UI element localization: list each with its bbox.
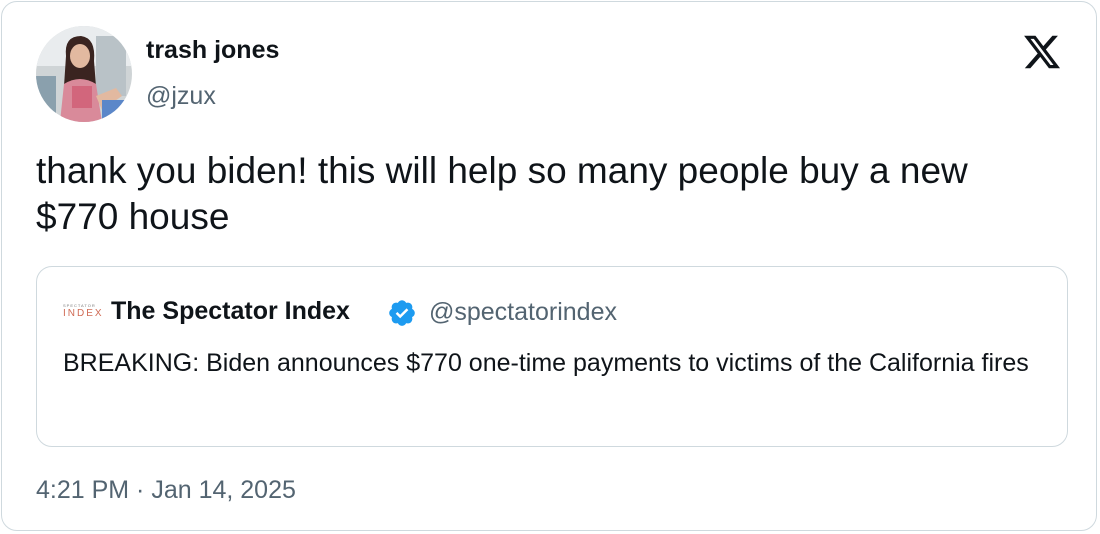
author-avatar[interactable] — [36, 26, 132, 122]
verified-badge-icon — [389, 300, 415, 326]
spectator-index-logo: SPECTATOR INDEX — [63, 303, 104, 321]
tweet-timestamp[interactable]: 4:21 PM · Jan 14, 2025 — [36, 476, 296, 505]
quoted-tweet[interactable]: SPECTATOR INDEX The Spectator Index @spe… — [36, 266, 1068, 447]
logo-text-big: INDEX — [63, 308, 104, 319]
quoted-author-handle[interactable]: @spectatorindex — [429, 298, 617, 327]
author-display-name[interactable]: trash jones — [146, 36, 279, 65]
quoted-tweet-text: BREAKING: Biden announces $770 one-time … — [63, 349, 1029, 377]
author-handle[interactable]: @jzux — [146, 82, 216, 111]
tweet-text: thank you biden! this will help so many … — [36, 150, 968, 237]
x-logo-icon[interactable] — [1020, 32, 1064, 72]
avatar-photo — [36, 26, 132, 122]
quoted-author-display-name[interactable]: The Spectator Index — [111, 297, 350, 326]
tweet-card[interactable]: trash jones @jzux thank you biden! this … — [1, 1, 1097, 531]
